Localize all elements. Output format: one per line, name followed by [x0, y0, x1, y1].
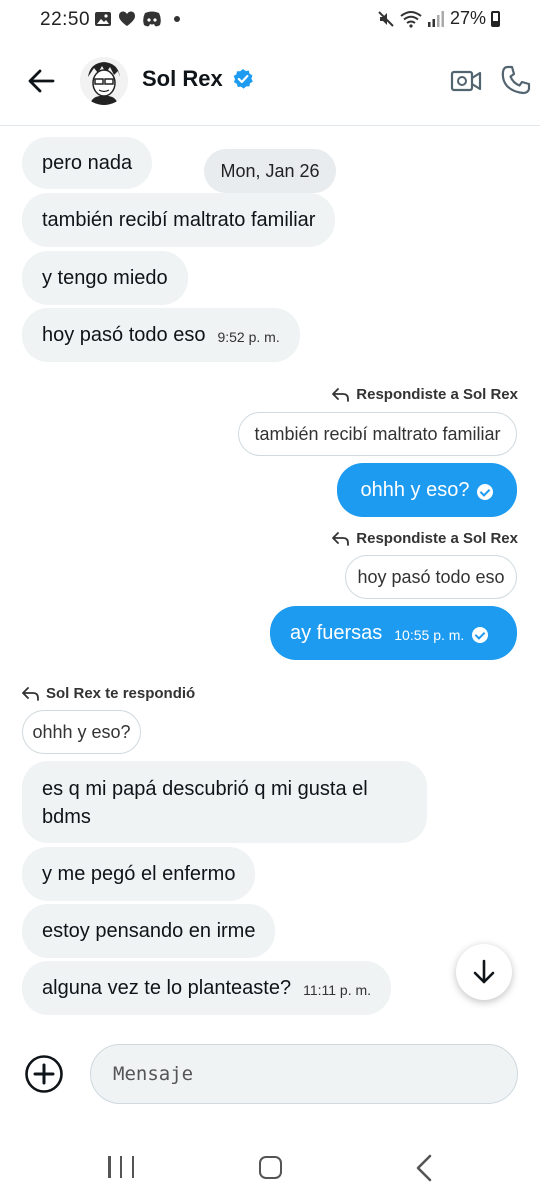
reply-arrow-icon [332, 387, 350, 402]
outgoing-message[interactable]: ay fuersas 10:55 p. m. [270, 606, 517, 660]
contact-name[interactable]: Sol Rex [142, 66, 223, 92]
wifi-icon [400, 10, 422, 28]
add-circle-icon [25, 1055, 63, 1093]
system-navigation-bar [0, 1140, 540, 1200]
message-text-line: bdms [42, 806, 91, 828]
quoted-message[interactable]: ohhh y eso? [22, 710, 141, 754]
heart-icon [119, 11, 135, 26]
outgoing-message[interactable]: ohhh y eso? [337, 463, 517, 517]
reply-context-label: Respondiste a Sol Rex [332, 530, 518, 547]
signal-icon [427, 10, 444, 27]
reply-label-text: Respondiste a Sol Rex [356, 530, 518, 547]
quoted-text: hoy pasó todo eso [357, 566, 505, 587]
quoted-text: ohhh y eso? [32, 721, 131, 742]
quoted-message[interactable]: hoy pasó todo eso [345, 555, 517, 599]
quoted-text: también recibí maltrato familiar [254, 423, 501, 444]
message-text: ohhh y eso? [360, 478, 470, 501]
verified-badge-icon [233, 69, 253, 89]
more-notifications-dot [174, 16, 180, 22]
status-bar: 22:50 27% [0, 0, 540, 40]
message-text: y tengo miedo [42, 266, 168, 289]
message-text: y me pegó el enfermo [42, 862, 236, 885]
reply-context-label: Sol Rex te respondió [22, 685, 195, 702]
message-text: alguna vez te lo planteaste? [42, 976, 292, 999]
message-time: 10:55 p. m. [394, 627, 465, 643]
video-camera-icon [450, 70, 482, 92]
status-time: 22:50 [40, 9, 91, 30]
reply-label-text: Respondiste a Sol Rex [356, 386, 518, 403]
message-text: también recibí maltrato familiar [42, 208, 316, 231]
incoming-message[interactable]: y tengo miedo [22, 251, 188, 305]
message-text: pero nada [42, 151, 133, 174]
message-text: ay fuersas [290, 621, 383, 644]
gallery-icon [95, 12, 111, 26]
back-button[interactable] [24, 64, 58, 98]
message-text-line: es q mi papá descubrió q mi gusta el [42, 778, 368, 800]
date-separator: Mon, Jan 26 [204, 149, 336, 193]
incoming-message[interactable]: estoy pensando en irme [22, 904, 276, 958]
recents-icon-bar [119, 1156, 123, 1178]
add-attachment-button[interactable] [24, 1054, 64, 1094]
mute-icon [378, 10, 394, 27]
message-composer [90, 1044, 518, 1104]
voice-call-button[interactable] [500, 64, 532, 96]
recents-icon-bar [108, 1156, 111, 1178]
discord-icon [143, 11, 161, 27]
message-text: hoy pasó todo eso [42, 323, 206, 346]
chat-header: Sol Rex [0, 40, 540, 126]
reply-arrow-icon [22, 686, 39, 701]
incoming-message[interactable]: también recibí maltrato familiar [22, 193, 336, 247]
message-time: 9:52 p. m. [217, 329, 280, 345]
reply-label-text: Sol Rex te respondió [46, 685, 196, 702]
arrow-down-icon [473, 959, 495, 984]
back-arrow-icon [28, 69, 55, 93]
incoming-message[interactable]: es q mi papá descubrió q mi gusta el bdm… [22, 761, 427, 843]
battery-percent: 27% [449, 8, 486, 28]
battery-icon [491, 10, 500, 27]
avatar-image [80, 57, 128, 105]
incoming-message[interactable]: hoy pasó todo eso 9:52 p. m. [22, 308, 300, 362]
notification-icons [94, 10, 180, 28]
home-button[interactable] [259, 1156, 282, 1179]
reply-arrow-icon [332, 531, 350, 546]
read-check-icon [477, 483, 494, 500]
avatar[interactable] [80, 57, 128, 105]
phone-icon [501, 65, 531, 95]
scroll-to-bottom-button[interactable] [456, 944, 512, 1000]
message-text: estoy pensando en irme [42, 919, 256, 942]
incoming-message[interactable]: pero nada [22, 137, 153, 189]
recents-button[interactable] [108, 1156, 134, 1180]
read-check-icon [472, 626, 489, 643]
nav-back-icon[interactable] [412, 1154, 436, 1182]
incoming-message[interactable]: alguna vez te lo planteaste? 11:11 p. m. [22, 961, 392, 1015]
incoming-message[interactable]: y me pegó el enfermo [22, 847, 256, 901]
message-input[interactable] [91, 1045, 517, 1103]
quoted-message[interactable]: también recibí maltrato familiar [238, 412, 517, 456]
message-time: 11:11 p. m. [303, 982, 372, 998]
system-status-icons: 27% [377, 8, 500, 29]
video-call-button[interactable] [450, 66, 482, 96]
reply-context-label: Respondiste a Sol Rex [332, 386, 518, 403]
recents-icon-bar [131, 1156, 134, 1178]
